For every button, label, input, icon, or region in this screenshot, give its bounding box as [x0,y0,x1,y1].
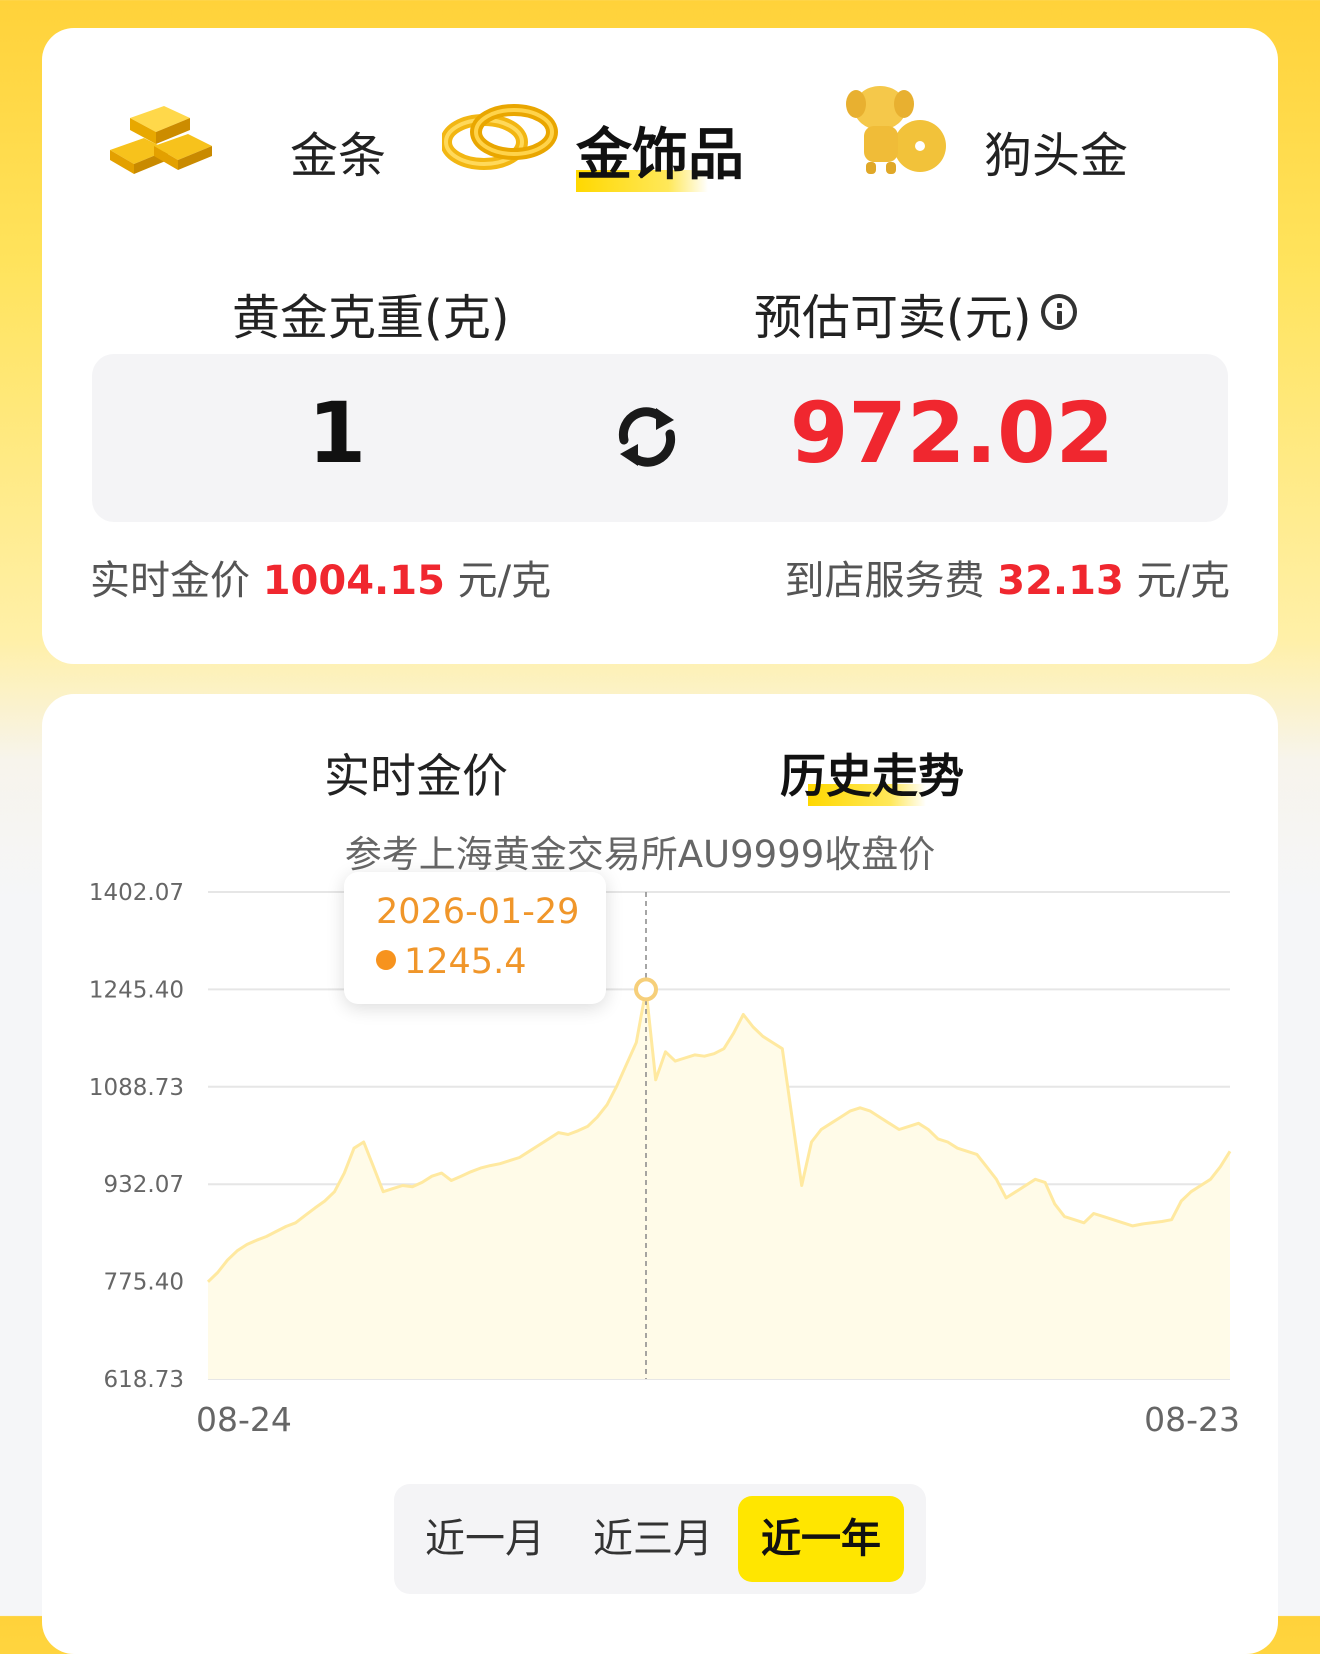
gold-trend-card: 实时金价 历史走势 参考上海黄金交易所AU9999收盘价 1402.07 1245… [42,694,1278,1654]
tooltip-date: 2026-01-29 [376,892,580,932]
x-tick-label: 08-24 [196,1400,292,1439]
weight-input[interactable]: 1 [92,384,582,482]
tab-dog-head-gold[interactable]: 狗头金 [842,78,1172,208]
y-tick-label: 775.40 [104,1270,184,1296]
tab-history-trend[interactable]: 历史走势 [780,740,964,806]
info-icon[interactable] [1041,294,1078,330]
series-dot-icon [376,950,396,970]
realtime-price-unit: 元/克 [457,558,552,604]
realtime-price-value: 1004.15 [262,558,445,604]
calculator-box: 1 972.02 [92,354,1228,522]
weight-label: 黄金克重(克) [232,290,510,346]
swap-icon[interactable] [612,402,682,472]
service-fee-label: 到店服务费 [784,558,985,604]
x-tick-label: 08-23 [1144,1400,1240,1439]
y-tick-label: 1245.40 [89,977,184,1003]
tab-dog-head-gold-label: 狗头金 [984,128,1129,184]
y-tick-label: 618.73 [104,1367,184,1393]
chart-tooltip: 2026-01-29 1245.4 [344,872,606,1004]
price-history-chart[interactable]: 1402.07 1245.40 1088.73 932.07 775.40 618.73 0… [42,694,1278,1474]
gold-bar-icon [110,106,212,174]
realtime-price-line: 实时金价 1004.15 元/克 [90,548,551,606]
highlight-point [634,977,658,1002]
service-fee-value: 32.13 [997,558,1124,604]
tooltip-value: 1245.4 [404,942,527,982]
tab-realtime-price-label: 实时金价 [324,749,508,803]
gold-calculator-card: 金条 金饰品 狗头金 黄金克重(克) 预估可卖(元) 1 972.02 实时金价… [42,28,1278,664]
estimate-label: 预估可卖(元) [754,290,1032,346]
tab-gold-jewelry[interactable]: 金饰品 [442,78,772,208]
tab-gold-jewelry-label: 金饰品 [576,123,744,188]
tab-realtime-price[interactable]: 实时金价 [324,740,508,806]
range-1-month-button[interactable]: 近一月 [402,1496,568,1582]
realtime-price-label: 实时金价 [90,558,250,604]
tab-gold-bar[interactable]: 金条 [104,78,404,208]
estimate-value: 972.02 [789,384,1115,482]
gold-ring-icon [442,104,558,170]
y-tick-label: 1088.73 [89,1075,184,1101]
y-tick-label: 1402.07 [89,880,184,906]
range-selector: 近一月 近三月 近一年 [394,1484,926,1594]
range-3-months-button[interactable]: 近三月 [570,1496,736,1582]
gold-dog-icon [846,86,946,174]
service-fee-line: 到店服务费 32.13 元/克 [785,548,1230,606]
y-tick-label: 932.07 [104,1172,184,1198]
range-1-year-button[interactable]: 近一年 [738,1496,904,1582]
tab-history-trend-label: 历史走势 [780,749,964,803]
estimate-label-wrap: 预估可卖(元) [754,278,1078,348]
tooltip-value-row: 1245.4 [376,942,526,982]
service-fee-unit: 元/克 [1136,558,1230,604]
tab-gold-bar-label: 金条 [290,128,387,184]
